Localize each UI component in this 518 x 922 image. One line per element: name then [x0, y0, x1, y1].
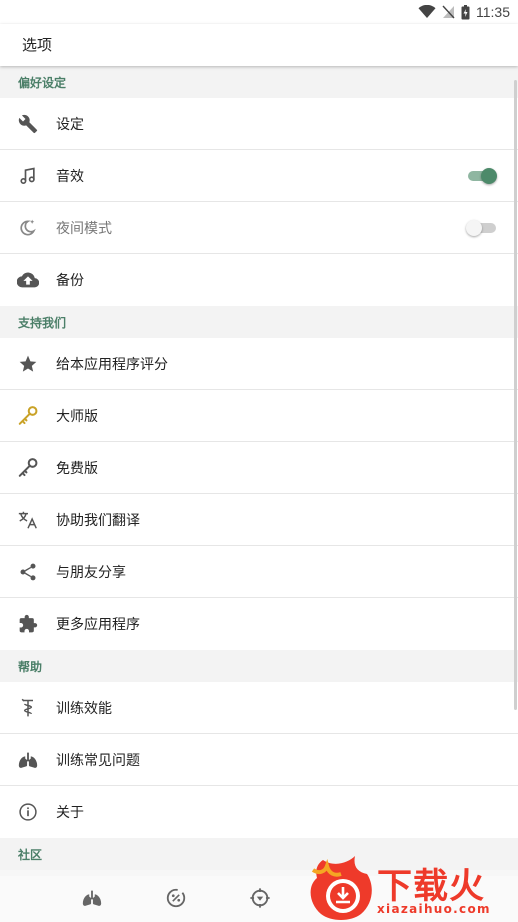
share-label: 与朋友分享	[56, 564, 126, 581]
key-icon	[16, 456, 40, 480]
toggle-thumb	[466, 220, 482, 236]
more-apps-label: 更多应用程序	[56, 617, 140, 633]
translate-icon	[16, 508, 40, 532]
about-item[interactable]: 关于	[0, 786, 518, 838]
section-title: 偏好设定	[18, 75, 67, 90]
target-icon[interactable]	[248, 886, 272, 910]
share-icon	[16, 560, 40, 584]
caduceus-icon	[16, 696, 40, 720]
moon-icon	[16, 216, 40, 240]
section-header-support: 支持我们	[0, 306, 518, 338]
free-version-item[interactable]: 免费版	[0, 442, 518, 494]
sound-effects-label: 音效	[56, 168, 84, 185]
help-translate-label: 协助我们翻译	[56, 512, 140, 529]
section-title: 支持我们	[18, 315, 67, 330]
battery-icon	[461, 4, 470, 19]
free-version-label: 免费版	[56, 460, 98, 477]
status-bar: 11:35	[0, 0, 518, 24]
app-bar: 选项	[0, 24, 518, 66]
flame-logo-icon	[310, 856, 372, 920]
section-title: 帮助	[18, 659, 43, 674]
share-item[interactable]: 与朋友分享	[0, 546, 518, 598]
night-mode-label: 夜间模式	[56, 220, 112, 237]
sound-effects-item[interactable]: 音效	[0, 150, 518, 202]
settings-item[interactable]: 设定	[0, 98, 518, 150]
lungs-icon[interactable]	[80, 886, 104, 910]
toggle-thumb	[481, 168, 497, 184]
puzzle-icon	[16, 612, 40, 636]
no-signal-icon	[442, 5, 455, 19]
watermark-logo: 下载火 xiazaihuo.com	[305, 852, 518, 922]
status-icons: 11:35	[418, 2, 510, 22]
training-effects-item[interactable]: 训练效能	[0, 682, 518, 734]
scrollbar-thumb[interactable]	[514, 80, 517, 710]
training-faq-item[interactable]: 训练常见问题	[0, 734, 518, 786]
more-apps-item[interactable]: 更多应用程序	[0, 598, 518, 650]
status-time: 11:35	[476, 4, 510, 20]
backup-item[interactable]: 备份	[0, 254, 518, 306]
training-faq-label: 训练常见问题	[56, 752, 140, 769]
cloud-upload-icon	[16, 268, 40, 292]
help-translate-item[interactable]: 协助我们翻译	[0, 494, 518, 546]
section-title: 社区	[18, 847, 43, 862]
section-header-help: 帮助	[0, 650, 518, 682]
backup-label: 备份	[56, 273, 84, 289]
wrench-icon	[16, 112, 40, 136]
lungs-icon	[16, 748, 40, 772]
master-version-item[interactable]: 大师版	[0, 390, 518, 442]
section-header-preferences: 偏好设定	[0, 66, 518, 98]
settings-list[interactable]: 偏好设定 设定 音效 夜间模式 备份 支持我们 给本应用程序评分 大师版 免费版…	[0, 66, 518, 876]
star-icon	[16, 352, 40, 376]
watermark-url: xiazaihuo.com	[377, 902, 491, 916]
settings-label: 设定	[56, 116, 84, 133]
rate-app-item[interactable]: 给本应用程序评分	[0, 338, 518, 390]
info-icon	[16, 800, 40, 824]
about-label: 关于	[56, 805, 84, 821]
master-version-label: 大师版	[56, 408, 98, 425]
music-note-icon	[16, 164, 40, 188]
rate-app-label: 给本应用程序评分	[56, 356, 168, 373]
wifi-icon	[418, 5, 436, 18]
sound-effects-toggle[interactable]	[468, 168, 498, 184]
night-mode-toggle[interactable]	[466, 220, 498, 236]
gold-key-icon	[16, 404, 40, 428]
night-mode-item[interactable]: 夜间模式	[0, 202, 518, 254]
training-effects-label: 训练效能	[56, 700, 112, 717]
percent-icon[interactable]	[164, 886, 188, 910]
page-title: 选项	[22, 36, 53, 54]
